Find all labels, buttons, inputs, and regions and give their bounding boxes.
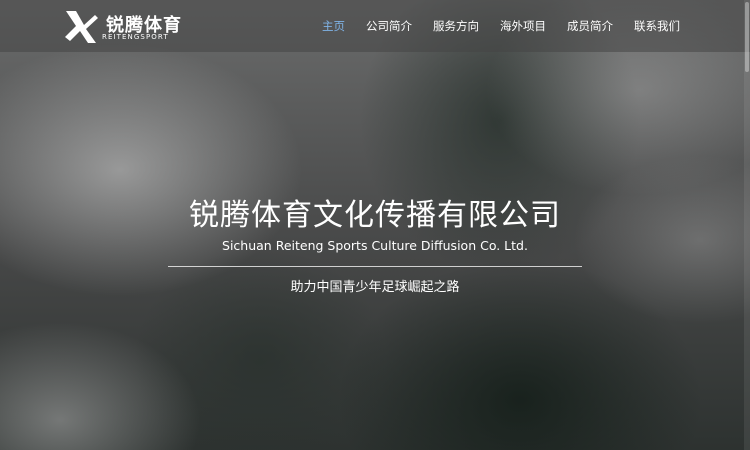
nav-item-members[interactable]: 成员简介: [567, 18, 613, 34]
logo-mark-icon: [65, 11, 98, 43]
nav-item-services[interactable]: 服务方向: [433, 18, 479, 34]
main-nav: 主页 公司简介 服务方向 海外项目 成员简介 联系我们: [301, 0, 680, 52]
brand-logo[interactable]: 锐腾体育 REITENGSPORT: [62, 9, 192, 45]
nav-item-contact[interactable]: 联系我们: [634, 18, 680, 34]
hero-title: 锐腾体育文化传播有限公司: [189, 198, 561, 233]
brand-name-en: REITENGSPORT: [102, 33, 169, 41]
hero-slogan: 助力中国青少年足球崛起之路: [290, 280, 460, 295]
site-header: 锐腾体育 REITENGSPORT 主页 公司简介 服务方向 海外项目 成员简介…: [0, 0, 750, 52]
nav-item-overseas[interactable]: 海外项目: [500, 18, 546, 34]
hero-subtitle: Sichuan Reiteng Sports Culture Diffusion…: [222, 238, 528, 253]
scrollbar-thumb[interactable]: [745, 2, 749, 72]
nav-item-about[interactable]: 公司简介: [366, 18, 412, 34]
hero-divider: [168, 266, 582, 267]
page-scrollbar[interactable]: [744, 0, 750, 450]
nav-item-home[interactable]: 主页: [322, 18, 345, 34]
